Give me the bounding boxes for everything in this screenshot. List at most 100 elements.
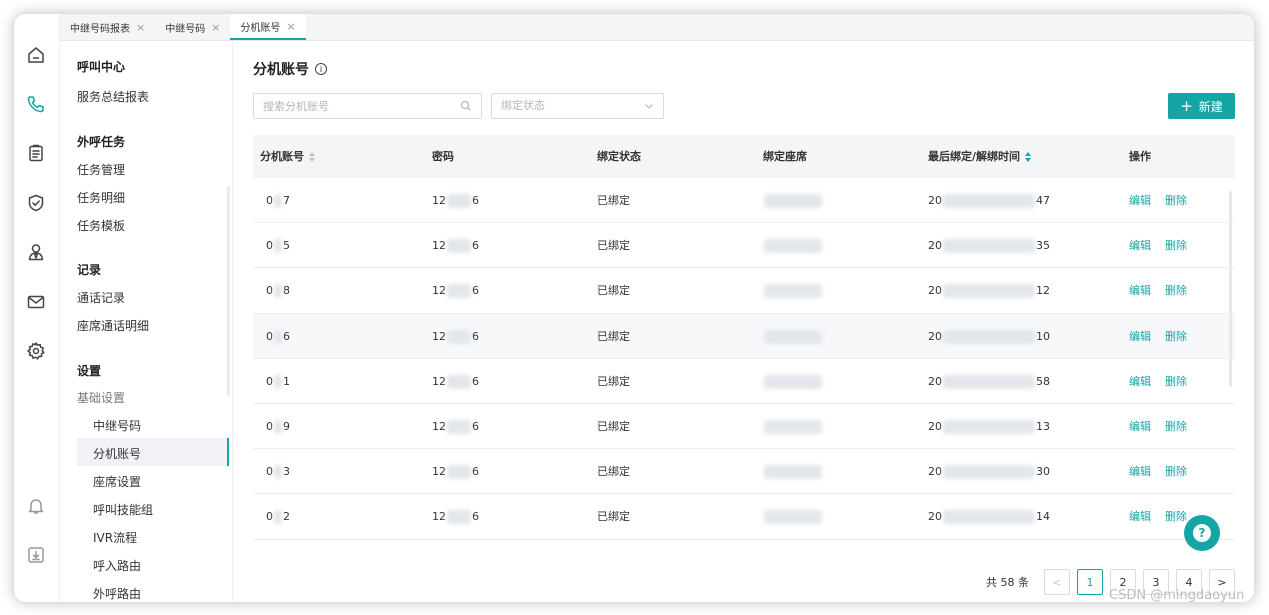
- sidebar-item-ivr-flow[interactable]: IVR流程: [93, 529, 137, 546]
- sidebar-section-title: 呼叫中心: [77, 60, 126, 74]
- status-cell: 已绑定: [597, 239, 630, 253]
- time-cell: 20 35: [928, 239, 1050, 254]
- sidebar-section-title: 外呼任务: [77, 135, 126, 149]
- download-icon[interactable]: [25, 544, 47, 566]
- table-row: 09 12 6 已绑定 20 13 编辑 删除: [253, 404, 1235, 450]
- table-body: 07 12 6 已绑定 20 47 编辑 删除 05 12 6 已绑定 20 35 编辑…: [253, 178, 1235, 540]
- edit-link[interactable]: 编辑: [1129, 223, 1151, 268]
- bell-icon[interactable]: [25, 495, 47, 517]
- column-header-last-time[interactable]: 最后绑定/解绑时间: [928, 135, 1032, 178]
- tab-trunk-report[interactable]: 中继号码报表 ×: [60, 14, 155, 40]
- edit-link[interactable]: 编辑: [1129, 268, 1151, 313]
- search-box[interactable]: [253, 93, 482, 119]
- tab-label: 分机账号: [240, 22, 281, 34]
- account-cell: 08: [266, 284, 290, 299]
- table-scrollbar[interactable]: [1229, 191, 1232, 387]
- agent-cell: [763, 314, 823, 359]
- agent-cell: [763, 223, 823, 268]
- sidebar-section-title: 记录: [77, 263, 102, 277]
- mail-icon[interactable]: [25, 291, 47, 313]
- sidebar-item-task-detail[interactable]: 任务明细: [77, 189, 125, 206]
- tab-extension-account[interactable]: 分机账号 ×: [230, 14, 306, 40]
- status-cell: 已绑定: [597, 329, 630, 343]
- plus-icon: +: [1180, 96, 1193, 115]
- column-header-account[interactable]: 分机账号: [260, 135, 315, 178]
- status-cell: 已绑定: [597, 194, 630, 207]
- close-icon[interactable]: ×: [136, 21, 145, 34]
- sidebar-item-basic-settings[interactable]: 基础设置: [77, 389, 125, 406]
- password-cell: 12 6: [432, 465, 479, 480]
- delete-link[interactable]: 删除: [1165, 178, 1187, 223]
- delete-link[interactable]: 删除: [1165, 314, 1187, 359]
- sidebar-item-trunk-number[interactable]: 中继号码: [93, 417, 141, 434]
- page-title-text: 分机账号: [253, 62, 309, 78]
- sidebar-item-agent-call-detail[interactable]: 座席通话明细: [77, 317, 149, 334]
- agent-cell: [763, 494, 823, 539]
- agent-cell: [763, 359, 823, 404]
- sidebar-item-task-template[interactable]: 任务模板: [77, 217, 125, 234]
- shield-check-icon[interactable]: [25, 192, 47, 214]
- column-label: 分机账号: [260, 150, 304, 163]
- sidebar: 呼叫中心 服务总结报表 外呼任务 任务管理 任务明细 任务模板 记录 通话记录 …: [60, 41, 233, 602]
- delete-link[interactable]: 删除: [1165, 268, 1187, 313]
- table-row: 08 12 6 已绑定 20 12 编辑 删除: [253, 268, 1235, 314]
- page-button-1[interactable]: 1: [1077, 569, 1103, 595]
- help-button[interactable]: ?: [1184, 515, 1220, 551]
- sidebar-scrollbar[interactable]: [227, 186, 230, 396]
- sidebar-item-call-records[interactable]: 通话记录: [77, 289, 125, 306]
- sidebar-item-agent-settings[interactable]: 座席设置: [93, 473, 141, 490]
- binding-status-select[interactable]: 绑定状态: [491, 93, 664, 119]
- sidebar-item-outbound-route[interactable]: 外呼路由: [93, 585, 141, 602]
- home-icon[interactable]: [25, 44, 47, 66]
- watermark: CSDN @mingdaoyun: [1109, 588, 1245, 603]
- edit-link[interactable]: 编辑: [1129, 449, 1151, 494]
- edit-link[interactable]: 编辑: [1129, 359, 1151, 404]
- sidebar-item-task-management[interactable]: 任务管理: [77, 161, 125, 178]
- phone-icon[interactable]: [25, 93, 47, 115]
- time-cell: 20 47: [928, 194, 1050, 208]
- sidebar-item-service-summary[interactable]: 服务总结报表: [77, 88, 149, 105]
- sort-icon[interactable]: [1025, 151, 1032, 162]
- account-cell: 02: [266, 510, 290, 525]
- close-icon[interactable]: ×: [211, 21, 220, 34]
- sort-icon[interactable]: [309, 151, 315, 162]
- edit-link[interactable]: 编辑: [1129, 178, 1151, 223]
- delete-link[interactable]: 删除: [1165, 404, 1187, 449]
- question-icon: ?: [1193, 524, 1211, 542]
- status-cell: 已绑定: [597, 510, 630, 524]
- delete-link[interactable]: 删除: [1165, 449, 1187, 494]
- table-row: 06 12 6 已绑定 20 10 编辑 删除: [253, 313, 1235, 359]
- search-icon[interactable]: [460, 100, 472, 112]
- sidebar-item-inbound-route[interactable]: 呼入路由: [93, 557, 141, 574]
- account-cell: 06: [266, 329, 290, 344]
- new-button[interactable]: + 新建: [1168, 93, 1235, 119]
- close-icon[interactable]: ×: [286, 20, 295, 33]
- delete-link[interactable]: 删除: [1165, 223, 1187, 268]
- sidebar-item-extension-account[interactable]: 分机账号: [93, 445, 141, 462]
- password-cell: 12 6: [432, 329, 479, 344]
- table-row: 05 12 6 已绑定 20 35 编辑 删除: [253, 223, 1235, 269]
- edit-link[interactable]: 编辑: [1129, 404, 1151, 449]
- account-cell: 01: [266, 374, 290, 389]
- select-placeholder: 绑定状态: [501, 99, 545, 112]
- clipboard-icon[interactable]: [25, 142, 47, 164]
- password-cell: 12 6: [432, 510, 479, 525]
- edit-link[interactable]: 编辑: [1129, 494, 1151, 539]
- user-tie-icon[interactable]: [25, 241, 47, 263]
- prev-page-button[interactable]: <: [1044, 569, 1070, 595]
- edit-link[interactable]: 编辑: [1129, 314, 1151, 359]
- time-cell: 20 30: [928, 465, 1050, 480]
- tab-trunk-number[interactable]: 中继号码 ×: [155, 14, 230, 40]
- sidebar-item-skill-group[interactable]: 呼叫技能组: [93, 501, 153, 518]
- status-cell: 已绑定: [597, 374, 630, 388]
- password-cell: 12 6: [432, 419, 479, 434]
- gear-icon[interactable]: [25, 340, 47, 362]
- time-cell: 20 12: [928, 284, 1050, 299]
- password-cell: 12 6: [432, 284, 479, 299]
- search-input[interactable]: [263, 94, 453, 118]
- delete-link[interactable]: 删除: [1165, 359, 1187, 404]
- time-cell: 20 58: [928, 374, 1050, 389]
- info-icon[interactable]: i: [315, 63, 327, 75]
- time-cell: 20 13: [928, 419, 1050, 434]
- agent-cell: [763, 178, 823, 223]
